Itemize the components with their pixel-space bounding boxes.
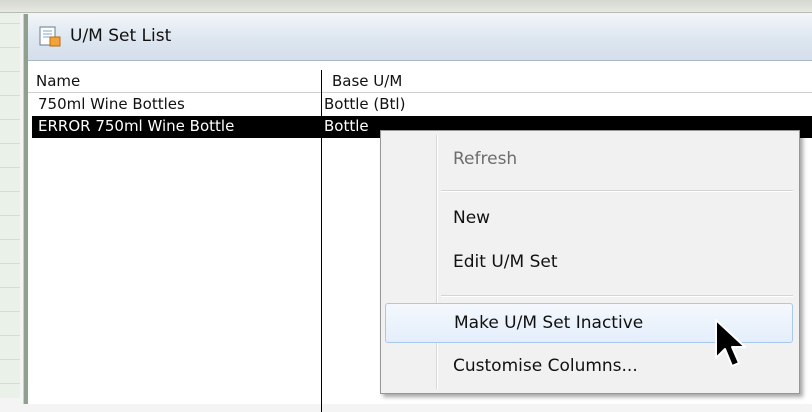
menu-item-label: Refresh xyxy=(453,149,518,169)
menu-item-label: New xyxy=(453,208,491,228)
cell-base-um: Bottle xyxy=(324,117,369,135)
menu-separator xyxy=(441,190,793,191)
mouse-pointer-icon xyxy=(714,318,754,378)
background-grid xyxy=(0,0,20,398)
column-header-base-um[interactable]: Base U/M xyxy=(332,72,402,90)
menu-item-new[interactable]: New xyxy=(385,199,793,237)
cell-base-um: Bottle (Btl) xyxy=(324,95,406,113)
menu-item-label: Customise Columns... xyxy=(453,356,638,376)
document-icon xyxy=(38,26,62,48)
table-row[interactable]: 750ml Wine Bottles Bottle (Btl) xyxy=(32,94,812,116)
menu-separator xyxy=(441,295,793,296)
menu-item-edit-um-set[interactable]: Edit U/M Set xyxy=(385,243,793,281)
menu-item-refresh: Refresh xyxy=(385,140,793,178)
menu-item-label: Edit U/M Set xyxy=(453,252,558,272)
cell-name: ERROR 750ml Wine Bottle xyxy=(38,117,235,135)
column-header-name[interactable]: Name xyxy=(36,72,80,90)
table-header: Name Base U/M xyxy=(28,70,812,93)
menu-item-label: Make U/M Set Inactive xyxy=(454,313,644,333)
window-title: U/M Set List xyxy=(70,26,172,46)
window-titlebar[interactable]: U/M Set List xyxy=(28,14,812,61)
background-top-strip xyxy=(0,0,812,13)
cell-name: 750ml Wine Bottles xyxy=(38,95,185,113)
